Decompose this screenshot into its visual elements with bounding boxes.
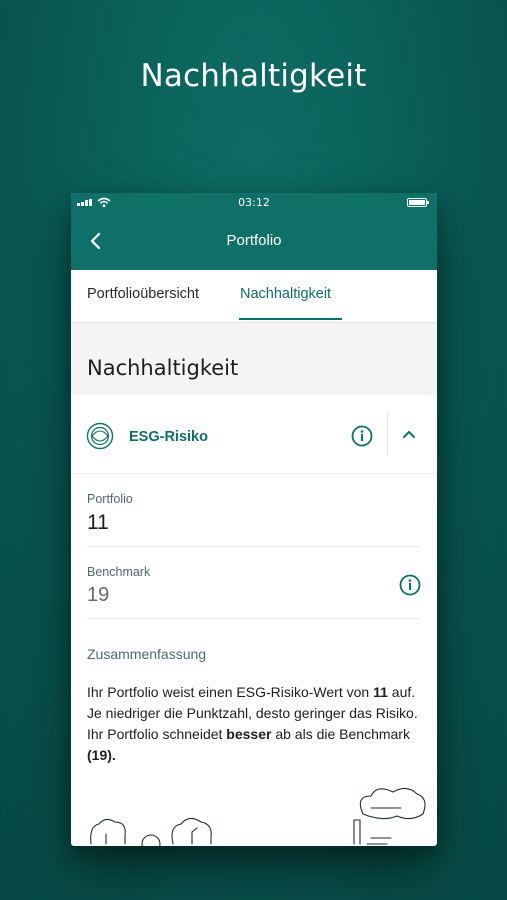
summary-text-bold: 11 (373, 684, 388, 700)
summary-text-part: ab als die Benchmark (271, 726, 410, 742)
esg-emblem-icon (86, 422, 114, 450)
portfolio-label: Portfolio (87, 492, 133, 506)
nav-title: Portfolio (226, 232, 282, 249)
info-icon[interactable] (399, 574, 421, 596)
tab-active-indicator (239, 318, 342, 320)
summary-text-bold: besser (226, 726, 272, 742)
section-header: Nachhaltigkeit (71, 323, 437, 395)
section-title: Nachhaltigkeit (87, 356, 239, 380)
esg-risk-row[interactable]: ESG-Risiko (71, 395, 437, 474)
marketing-title: Nachhaltigkeit (140, 58, 367, 94)
portfolio-value: 11 (87, 511, 109, 534)
benchmark-value: 19 (87, 584, 110, 606)
summary-heading: Zusammenfassung (87, 646, 207, 662)
row-divider (387, 412, 388, 456)
summary-text-part: Ihr Portfolio weist einen ESG-Risiko-Wer… (87, 684, 374, 700)
benchmark-metric: Benchmark 19 (87, 547, 421, 619)
phone-screen: 03:12 Portfolio Portfolioübersicht Nachh… (71, 193, 437, 846)
summary-text-bold: (19). (87, 747, 116, 763)
status-bar: 03:12 (71, 193, 437, 213)
esg-risk-label: ESG-Risiko (129, 429, 208, 445)
landscape-illustration (90, 787, 426, 846)
summary-text: Ihr Portfolio weist einen ESG-Risiko-Wer… (87, 682, 421, 766)
tab-portfolio-overview[interactable]: Portfolioübersicht (87, 286, 199, 302)
portfolio-metric: Portfolio 11 (87, 474, 421, 547)
status-time: 03:12 (238, 196, 270, 209)
tab-sustainability[interactable]: Nachhaltigkeit (240, 286, 331, 302)
summary-section: Zusammenfassung Ihr Portfolio weist eine… (71, 646, 437, 766)
nav-bar: Portfolio (71, 213, 437, 270)
benchmark-label: Benchmark (87, 565, 151, 579)
info-icon[interactable] (351, 425, 373, 447)
battery-icon (407, 198, 429, 207)
tab-bar: Portfolioübersicht Nachhaltigkeit (71, 270, 437, 323)
chevron-up-icon[interactable] (402, 429, 416, 439)
